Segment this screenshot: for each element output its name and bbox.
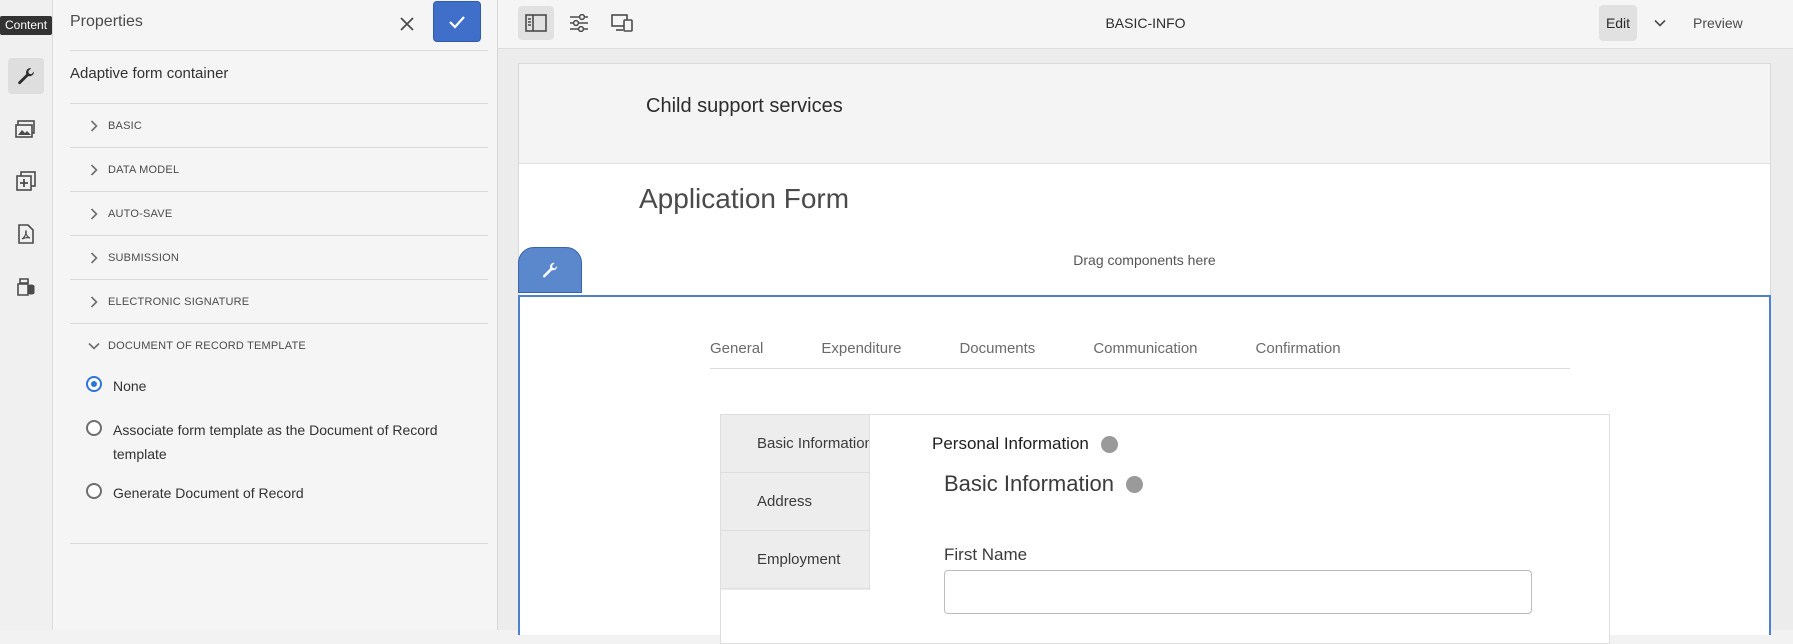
component-toolbar-tab[interactable] bbox=[518, 247, 582, 293]
tab-communication[interactable]: Communication bbox=[1093, 340, 1197, 368]
toggle-side-panel-button[interactable] bbox=[518, 6, 554, 40]
subsection-title: Basic Information bbox=[944, 471, 1143, 497]
wrench-icon bbox=[18, 68, 35, 85]
devices-icon bbox=[611, 14, 633, 32]
data-sources-icon bbox=[17, 278, 35, 296]
chevron-right-icon bbox=[84, 251, 104, 264]
rail-tooltip: Content bbox=[0, 16, 53, 35]
accordion-document-of-record-template[interactable]: DOCUMENT OF RECORD TEMPLATE bbox=[70, 324, 488, 368]
close-icon bbox=[400, 17, 414, 31]
wrench-icon bbox=[542, 262, 558, 278]
radio-label: None bbox=[113, 378, 147, 394]
properties-panel: Properties Adaptive form container BASIC… bbox=[53, 0, 498, 630]
chevron-right-icon bbox=[84, 207, 104, 220]
help-icon[interactable] bbox=[1125, 475, 1143, 493]
panel-divider bbox=[70, 50, 488, 51]
help-icon[interactable] bbox=[1100, 435, 1118, 453]
accordion-basic[interactable]: BASIC bbox=[70, 104, 488, 148]
chevron-right-icon bbox=[84, 295, 104, 308]
vtab-basic-information[interactable]: Basic Information bbox=[721, 415, 869, 473]
component-type-label: Adaptive form container bbox=[70, 65, 229, 82]
tab-expenditure[interactable]: Expenditure bbox=[821, 340, 901, 368]
panel-divider bbox=[70, 543, 488, 544]
properties-rail-button[interactable] bbox=[8, 58, 44, 94]
radio-option-none[interactable]: None bbox=[86, 374, 453, 398]
chevron-right-icon bbox=[84, 163, 104, 176]
add-component-icon bbox=[16, 171, 36, 191]
form-page: Child support services Application Form … bbox=[518, 63, 1771, 644]
assets-icon bbox=[15, 120, 35, 138]
accordion-label: SUBMISSION bbox=[108, 251, 180, 264]
accordion-label: DATA MODEL bbox=[108, 163, 180, 176]
sliders-icon bbox=[570, 14, 588, 32]
tab-general[interactable]: General bbox=[710, 340, 763, 368]
vertical-tabs: Basic Information Address Employment bbox=[721, 415, 870, 590]
first-name-input[interactable] bbox=[944, 570, 1532, 614]
subsection-title-text: Basic Information bbox=[944, 471, 1114, 496]
components-rail-button[interactable] bbox=[8, 163, 44, 199]
confirm-button[interactable] bbox=[433, 1, 481, 42]
checkmark-icon bbox=[449, 15, 465, 29]
radio-button[interactable] bbox=[86, 483, 102, 499]
data-sources-rail-button[interactable] bbox=[8, 269, 44, 305]
accordion-auto-save[interactable]: AUTO-SAVE bbox=[70, 192, 488, 236]
mode-dropdown-button[interactable] bbox=[1646, 8, 1674, 38]
panel-title: Properties bbox=[70, 13, 143, 30]
accordion-electronic-signature[interactable]: ELECTRONIC SIGNATURE bbox=[70, 280, 488, 324]
radio-button[interactable] bbox=[86, 420, 102, 436]
close-button[interactable] bbox=[391, 8, 423, 40]
section-title: Personal Information bbox=[932, 434, 1118, 454]
editor-toolbar: BASIC-INFO Edit Preview bbox=[498, 0, 1793, 49]
side-rail: Content bbox=[0, 0, 53, 630]
radio-option-generate-dor[interactable]: Generate Document of Record bbox=[86, 481, 453, 505]
emulator-button[interactable] bbox=[604, 6, 640, 40]
radio-label: Generate Document of Record bbox=[113, 485, 304, 501]
header-title: Child support services bbox=[646, 95, 843, 117]
accordion-label: ELECTRONIC SIGNATURE bbox=[108, 295, 250, 308]
form-tabs: General Expenditure Documents Communicat… bbox=[710, 340, 1570, 369]
editor-canvas: Child support services Application Form … bbox=[498, 49, 1793, 644]
chevron-right-icon bbox=[84, 119, 104, 132]
preview-button[interactable]: Preview bbox=[1693, 15, 1743, 31]
pdf-rail-button[interactable] bbox=[8, 216, 44, 252]
first-name-label: First Name bbox=[944, 545, 1028, 564]
vtab-employment[interactable]: Employment bbox=[721, 531, 869, 589]
accordion-submission[interactable]: SUBMISSION bbox=[70, 236, 488, 280]
accordion-label: AUTO-SAVE bbox=[108, 207, 173, 220]
drop-zone-hint[interactable]: Drag components here bbox=[519, 252, 1770, 268]
tab-documents[interactable]: Documents bbox=[959, 340, 1035, 368]
assets-rail-button[interactable] bbox=[8, 111, 44, 147]
side-panel-icon bbox=[525, 14, 547, 32]
radio-button[interactable] bbox=[86, 376, 102, 392]
radio-label: Associate form template as the Document … bbox=[113, 422, 438, 462]
accordion-label: DOCUMENT OF RECORD TEMPLATE bbox=[108, 340, 306, 352]
vtab-address[interactable]: Address bbox=[721, 473, 869, 531]
section-title-text: Personal Information bbox=[932, 434, 1089, 453]
general-panel: Basic Information Address Employment Per… bbox=[720, 414, 1610, 644]
radio-option-associate-template[interactable]: Associate form template as the Document … bbox=[86, 418, 453, 466]
pdf-icon bbox=[18, 224, 34, 244]
accordion-data-model[interactable]: DATA MODEL bbox=[70, 148, 488, 192]
form-title: Application Form bbox=[639, 183, 850, 214]
chevron-down-icon bbox=[84, 342, 104, 350]
tab-confirmation[interactable]: Confirmation bbox=[1256, 340, 1341, 368]
adaptive-form-container[interactable]: General Expenditure Documents Communicat… bbox=[518, 295, 1771, 644]
page-properties-button[interactable] bbox=[561, 6, 597, 40]
accordion-label: BASIC bbox=[108, 119, 143, 132]
page-header: Child support services bbox=[519, 64, 1770, 164]
chevron-down-icon bbox=[1654, 19, 1666, 27]
edit-mode-button[interactable]: Edit bbox=[1599, 5, 1637, 41]
